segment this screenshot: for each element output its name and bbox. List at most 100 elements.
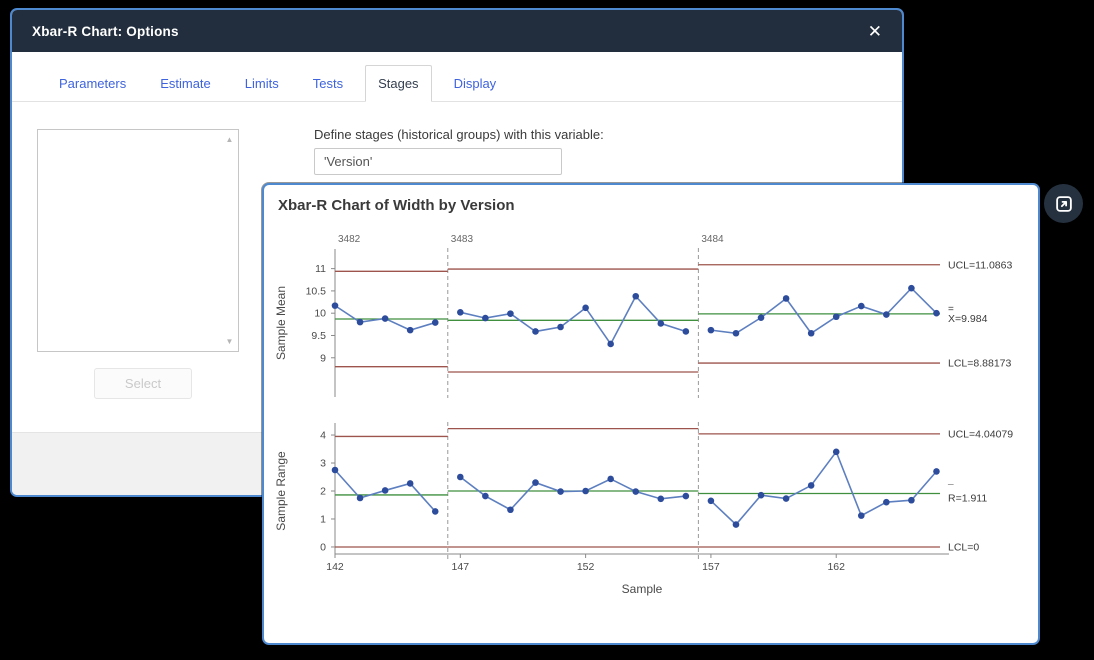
y-tick-label: 1: [320, 513, 326, 525]
lcl-annotation: LCL=0: [948, 541, 979, 553]
tab-stages[interactable]: Stages: [365, 65, 431, 102]
data-point[interactable]: [858, 303, 865, 310]
data-point[interactable]: [582, 488, 589, 495]
y-tick-label: 10.5: [306, 285, 327, 297]
x-tick-label: 152: [577, 561, 595, 573]
expand-button[interactable]: [1044, 184, 1083, 223]
x-tick-label: 147: [452, 561, 470, 573]
data-point[interactable]: [482, 315, 489, 322]
y-tick-label: 10: [314, 308, 326, 320]
data-point[interactable]: [657, 320, 664, 327]
data-point[interactable]: [407, 480, 414, 487]
ucl-annotation: UCL=11.0863: [948, 259, 1012, 271]
data-point[interactable]: [607, 476, 614, 483]
series-line: [460, 477, 686, 510]
data-point[interactable]: [657, 496, 664, 503]
data-point[interactable]: [933, 468, 940, 475]
scroll-up-icon[interactable]: ▲: [226, 135, 234, 144]
y-tick-label: 4: [320, 430, 326, 442]
y-tick-label: 9: [320, 352, 326, 364]
y-axis-title: Sample Mean: [274, 286, 288, 360]
data-point[interactable]: [332, 467, 339, 474]
data-point[interactable]: [683, 328, 690, 335]
data-point[interactable]: [582, 305, 589, 312]
tab-limits[interactable]: Limits: [233, 66, 291, 101]
tab-bar: Parameters Estimate Limits Tests Stages …: [12, 52, 902, 102]
data-point[interactable]: [683, 493, 690, 500]
data-point[interactable]: [432, 508, 439, 515]
xbar-panel: 9 9.5 10 10.5 11 Sample Mean 3482 3483 3484 UCL=1…: [274, 234, 1012, 398]
y-tick-label: 3: [320, 458, 326, 470]
data-point[interactable]: [382, 487, 389, 494]
stage-label: 3483: [451, 234, 474, 245]
data-point[interactable]: [432, 319, 439, 326]
data-point[interactable]: [808, 330, 815, 337]
data-point[interactable]: [532, 479, 539, 486]
stage-label: 3482: [338, 234, 361, 245]
data-point[interactable]: [457, 309, 464, 316]
data-point[interactable]: [833, 449, 840, 456]
data-point[interactable]: [357, 319, 364, 326]
y-tick-label: 0: [320, 541, 326, 553]
data-point[interactable]: [507, 310, 514, 317]
x-tick-label: 157: [702, 561, 720, 573]
x-axis-title: Sample: [622, 582, 663, 596]
y-tick-label: 2: [320, 486, 326, 498]
data-point[interactable]: [758, 314, 765, 321]
select-button[interactable]: Select: [94, 368, 192, 399]
stage-variable-input[interactable]: [314, 148, 562, 175]
data-point[interactable]: [858, 512, 865, 519]
data-point[interactable]: [833, 313, 840, 320]
range-panel: 01234Sample RangeUCL=4.04079¯R=1.911LCL=…: [274, 422, 1013, 596]
data-point[interactable]: [783, 495, 790, 502]
data-point[interactable]: [883, 499, 890, 506]
data-point[interactable]: [382, 315, 389, 322]
center-annotation: R=1.911: [948, 492, 987, 504]
tab-estimate[interactable]: Estimate: [148, 66, 223, 101]
y-tick-label: 11: [315, 263, 326, 275]
ucl-annotation: UCL=4.04079: [948, 428, 1013, 440]
data-point[interactable]: [557, 488, 564, 495]
data-point[interactable]: [457, 474, 464, 481]
y-tick-label: 9.5: [311, 330, 326, 342]
close-icon[interactable]: ✕: [868, 23, 882, 40]
data-point[interactable]: [557, 324, 564, 331]
data-point[interactable]: [482, 493, 489, 500]
data-point[interactable]: [407, 327, 414, 334]
x-tick-label: 142: [326, 561, 344, 573]
data-point[interactable]: [808, 482, 815, 489]
variables-listbox[interactable]: ▲ ▼: [37, 129, 239, 352]
center-annotation: X=9.984: [948, 313, 988, 325]
data-point[interactable]: [733, 521, 740, 528]
data-point[interactable]: [933, 310, 940, 317]
data-point[interactable]: [632, 488, 639, 495]
data-point[interactable]: [632, 293, 639, 300]
x-tick-label: 162: [827, 561, 845, 573]
stage-label: 3484: [701, 234, 724, 245]
data-point[interactable]: [507, 506, 514, 513]
data-point[interactable]: [908, 497, 915, 504]
data-point[interactable]: [357, 495, 364, 502]
data-point[interactable]: [733, 330, 740, 337]
scroll-down-icon[interactable]: ▼: [226, 337, 234, 346]
data-point[interactable]: [883, 311, 890, 318]
data-point[interactable]: [332, 302, 339, 309]
data-point[interactable]: [532, 328, 539, 335]
tab-parameters[interactable]: Parameters: [47, 66, 138, 101]
tab-tests[interactable]: Tests: [301, 66, 355, 101]
dialog-title-bar[interactable]: Xbar-R Chart: Options ✕: [12, 10, 902, 52]
graph-window: Xbar-R Chart of Width by Version 99.5101…: [262, 183, 1040, 645]
y-axis-title: Sample Range: [274, 451, 288, 531]
listbox-scrollbar[interactable]: ▲ ▼: [222, 131, 237, 350]
data-point[interactable]: [783, 295, 790, 302]
data-point[interactable]: [607, 341, 614, 348]
open-in-new-window-icon: [1053, 193, 1075, 215]
data-point[interactable]: [708, 497, 715, 504]
lcl-annotation: LCL=8.88173: [948, 358, 1012, 370]
tab-display[interactable]: Display: [442, 66, 509, 101]
data-point[interactable]: [758, 492, 765, 499]
series-line: [711, 288, 937, 333]
data-point[interactable]: [708, 327, 715, 334]
xbar-r-chart: 99.51010.511Sample Mean348234833484UCL=1…: [264, 185, 1038, 643]
data-point[interactable]: [908, 285, 915, 292]
